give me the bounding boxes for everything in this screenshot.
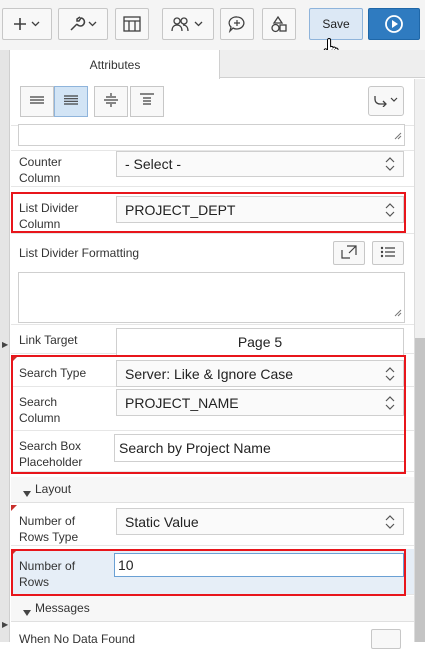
property-row-when-no-data-found: When No Data Found [11,623,414,649]
resize-grip-icon[interactable] [394,306,402,320]
property-row-link-target: Link Target Page 5 [11,326,414,356]
save-button[interactable]: Save [309,8,363,40]
property-row-search-type: Search Type Server: Like & Ignore Case [11,357,414,387]
expand-editor-button[interactable] [333,241,365,265]
number-of-rows-type-label: Number of Rows Type [19,514,79,544]
redirect-arrow-icon [373,93,399,110]
search-box-placeholder-input[interactable]: Search by Project Name [114,434,405,462]
section-title: Messages [35,601,90,615]
shapes-button[interactable] [262,8,296,40]
users-icon [171,16,205,32]
utilities-menu-button[interactable] [58,8,108,40]
tab-secondary[interactable] [221,50,414,78]
list-divider-column-label: List Divider Column [19,201,79,231]
required-indicator [11,550,17,556]
shared-components-button[interactable] [115,8,149,40]
property-row-list-divider-column: List Divider Column PROJECT_DEPT [11,188,414,234]
resize-grip-icon[interactable] [394,129,402,143]
select-arrows-icon [385,156,395,172]
search-column-select[interactable]: PROJECT_NAME [116,389,404,416]
number-of-rows-label: Number of Rows [19,559,76,589]
select-arrows-icon [385,514,395,530]
select-arrows-icon [385,395,395,411]
property-row-search-box-placeholder: Search Box Placeholder Search by Project… [11,432,414,472]
run-page-button[interactable] [368,8,420,40]
collapse-caret-icon [23,486,31,500]
align-center-vertical-button[interactable] [94,86,128,117]
create-menu-button[interactable] [2,8,52,40]
property-row-counter-column: Counter Column - Select - [11,151,414,187]
property-row-number-of-rows-type: Number of Rows Type Static Value [11,504,414,546]
list-divider-column-value: PROJECT_DEPT [125,201,236,218]
align-justify-icon [63,94,79,109]
select-arrows-icon [385,202,395,218]
expand-arrow-icon[interactable]: ▶ [2,620,8,629]
number-of-rows-type-select[interactable]: Static Value [116,508,404,535]
link-target-label: Link Target [19,333,78,347]
plus-icon [13,17,41,31]
select-arrows-icon [385,366,395,382]
expand-arrow-icon[interactable]: ▶ [2,340,8,349]
play-icon [384,14,404,34]
comments-button[interactable] [220,8,254,40]
number-of-rows-type-value: Static Value [125,513,199,530]
counter-column-label: Counter Column [19,155,62,185]
list-format-button[interactable] [372,241,404,265]
list-icon [380,245,396,262]
when-no-data-found-label: When No Data Found [19,632,136,646]
align-justify-button[interactable] [54,86,88,117]
collapse-caret-icon [23,605,31,619]
property-row-search-column: Search Column PROJECT_NAME [11,388,414,431]
more-actions-button[interactable] [368,86,404,116]
align-left-icon [29,94,45,109]
required-indicator [11,357,17,363]
scrollbar-thumb[interactable] [415,338,425,642]
wrench-icon [68,16,98,32]
number-of-rows-input[interactable]: 10 [114,553,404,577]
section-title: Layout [35,482,72,496]
grid-icon [123,16,141,32]
search-column-value: PROJECT_NAME [125,394,239,411]
align-top-icon [139,93,155,110]
align-left-button[interactable] [20,86,54,117]
search-type-value: Server: Like & Ignore Case [125,365,294,382]
comment-icon [228,15,246,33]
tab-attributes[interactable]: Attributes [11,50,220,79]
list-divider-column-select[interactable]: PROJECT_DEPT [116,196,404,223]
expand-editor-button[interactable] [371,629,401,649]
link-target-button[interactable]: Page 5 [116,328,404,356]
search-box-placeholder-label: Search Box Placeholder [19,439,83,469]
search-column-label: Search Column [19,395,61,425]
required-indicator [11,505,17,511]
list-divider-formatting-textarea[interactable] [18,272,405,323]
section-messages[interactable]: Messages [11,596,414,622]
team-development-button[interactable] [162,8,214,40]
search-type-label: Search Type [19,366,87,380]
list-divider-formatting-label: List Divider Formatting [19,246,140,260]
expand-editor-icon [341,244,357,262]
shapes-icon [270,15,288,33]
align-center-vertical-icon [103,93,119,110]
property-row-number-of-rows: Number of Rows 10 [11,549,414,595]
counter-column-select[interactable]: - Select - [116,151,404,177]
section-layout[interactable]: Layout [11,477,414,503]
text-area-field[interactable] [18,124,405,146]
align-top-button[interactable] [130,86,164,117]
search-type-select[interactable]: Server: Like & Ignore Case [116,360,404,387]
counter-column-value: - Select - [125,156,182,172]
